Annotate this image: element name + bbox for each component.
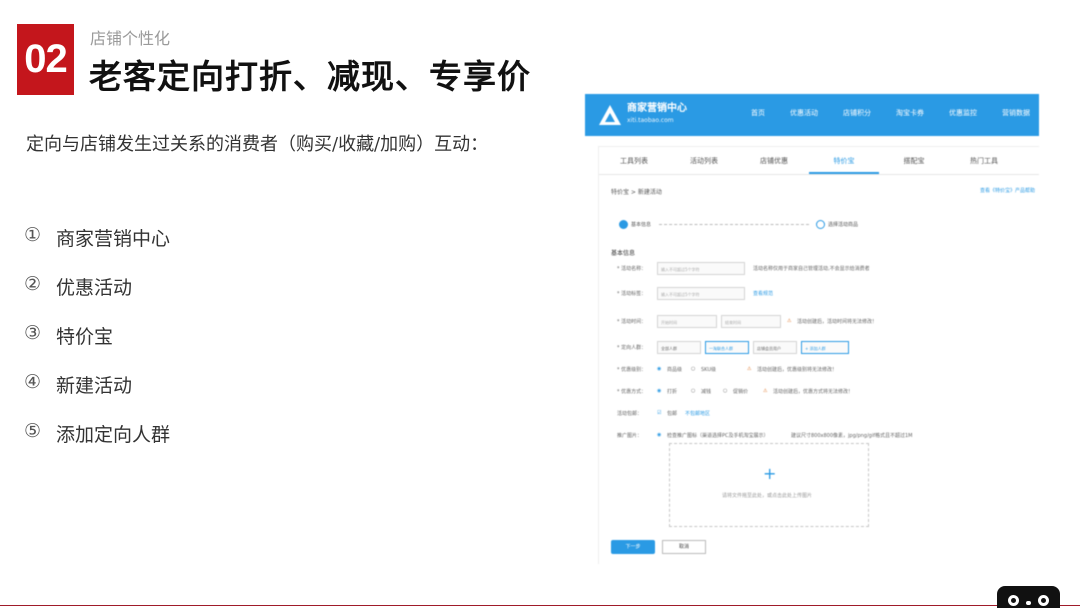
nav-item[interactable]: 淘宝卡券 [896, 108, 924, 118]
nav-menu: 首页 优惠活动 店铺积分 淘宝卡券 优惠监控 营销数据 [751, 108, 1039, 118]
tab-shop-discount[interactable]: 店铺优惠 [739, 147, 809, 174]
step-item: ① 商家营销中心 [24, 224, 171, 250]
nav-item[interactable]: 营销数据 [1002, 108, 1030, 118]
tag-input[interactable]: 输入不可超过5个字符 [657, 287, 745, 300]
step-dot [816, 220, 825, 229]
radio-checked-icon[interactable]: ◉ [657, 366, 661, 372]
radio-icon[interactable]: ○ [691, 366, 695, 372]
nav-item[interactable]: 首页 [751, 108, 765, 118]
content-panel: 工具列表 活动列表 店铺优惠 特价宝 搭配宝 热门工具 特价宝 > 新建活动 查… [598, 146, 1039, 564]
step-item: ④ 新建活动 [24, 371, 133, 397]
section-title: 基本信息 [611, 250, 636, 257]
top-nav-bar: 商家营销中心 xiti.taobao.com 首页 优惠活动 店铺积分 淘宝卡券 … [585, 94, 1039, 136]
breadcrumb: 特价宝 > 新建活动 [611, 189, 662, 196]
tab-activity-list[interactable]: 活动列表 [669, 147, 739, 174]
marketing-center-screenshot: 商家营销中心 xiti.taobao.com 首页 优惠活动 店铺积分 淘宝卡券 … [585, 94, 1039, 564]
crowd-option-selected[interactable]: 一淘联合人群 [705, 341, 749, 354]
step-connector [659, 224, 809, 225]
tmall-cat-logo [997, 586, 1060, 608]
tab-hot-tools[interactable]: 热门工具 [949, 147, 1019, 174]
nav-item[interactable]: 店铺积分 [843, 108, 871, 118]
next-button[interactable]: 下一步 [611, 540, 655, 554]
tab-tejiabao[interactable]: 特价宝 [809, 147, 879, 174]
radio-icon[interactable]: ○ [723, 388, 727, 394]
step-item: ② 优惠活动 [24, 273, 133, 299]
image-upload-area[interactable]: + 请将文件拖至此处，或点击此处上传图片 [669, 443, 869, 527]
tab-tools[interactable]: 工具列表 [599, 147, 669, 174]
checkbox-checked-icon[interactable]: ☑ [657, 410, 661, 416]
section-number-badge: 02 [17, 24, 74, 95]
brand-name: 商家营销中心 xiti.taobao.com [627, 103, 687, 124]
section-subtitle: 店铺个性化 [90, 29, 171, 48]
warning-icon: ⚠ [747, 366, 752, 372]
nav-item[interactable]: 优惠监控 [949, 108, 977, 118]
excluded-region-link[interactable]: 不包邮地区 [685, 410, 710, 417]
add-crowd-button[interactable]: + 添加人群 [801, 341, 849, 354]
warning-icon: ⚠ [763, 388, 768, 394]
slide-title: 老客定向打折、减现、专享价 [89, 57, 531, 96]
step-dot-active [619, 220, 628, 229]
slide-description: 定向与店铺发生过关系的消费者（购买/收藏/加购）互动： [26, 134, 489, 155]
progress-steps: 基本信息 选择活动商品 [619, 220, 1039, 230]
cancel-button[interactable]: 取消 [662, 540, 706, 554]
radio-checked-icon[interactable]: ◉ [657, 388, 661, 394]
footer-divider [0, 605, 1080, 606]
step-item: ③ 特价宝 [24, 322, 114, 348]
view-spec-link[interactable]: 查看规范 [753, 290, 773, 297]
radio-checked-icon[interactable]: ◉ [657, 432, 661, 438]
plus-icon: + [763, 464, 777, 483]
help-link[interactable]: 查看《特价宝》产品帮助 [980, 187, 1035, 194]
warning-icon: ⚠ [787, 318, 792, 324]
steps-list: ① 商家营销中心 ② 优惠活动 ③ 特价宝 ④ 新建活动 ⑤ 添加定向人群 [24, 224, 170, 469]
crowd-option[interactable]: 全部人群 [657, 341, 701, 354]
step-item: ⑤ 添加定向人群 [24, 420, 171, 446]
crowd-option[interactable]: 店铺会员用户 [753, 341, 797, 354]
start-time-input[interactable]: 开始时间 [657, 315, 717, 328]
radio-icon[interactable]: ○ [691, 388, 695, 394]
end-time-input[interactable]: 结束时间 [721, 315, 781, 328]
tab-dapeibao[interactable]: 搭配宝 [879, 147, 949, 174]
logo-icon [599, 105, 621, 125]
tab-bar: 工具列表 活动列表 店铺优惠 特价宝 搭配宝 热门工具 [599, 147, 1039, 175]
name-input[interactable]: 输入不可超过5个字符 [657, 262, 745, 275]
nav-item[interactable]: 优惠活动 [790, 108, 818, 118]
